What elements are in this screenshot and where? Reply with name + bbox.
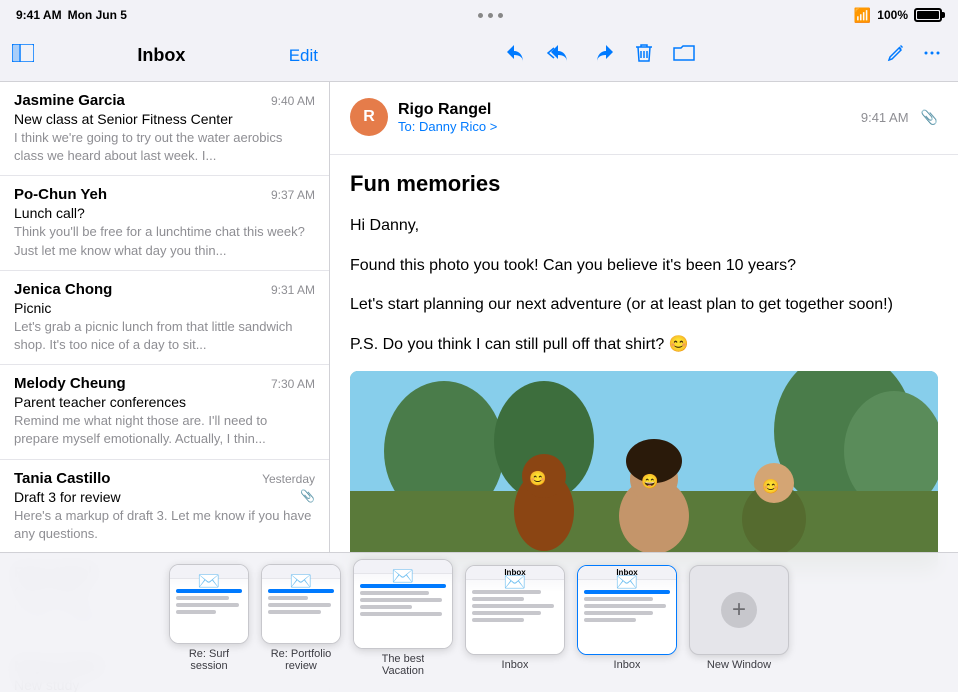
- folder-icon[interactable]: [673, 44, 695, 68]
- wifi-icon: 📶: [854, 7, 871, 24]
- new-window-plus: +: [721, 592, 757, 628]
- mail-item[interactable]: Jasmine Garcia 9:40 AM New class at Seni…: [0, 82, 329, 176]
- window-thumb-new[interactable]: + New Window: [689, 565, 789, 671]
- inbox-title: Inbox: [46, 45, 277, 66]
- status-day: Mon Jun 5: [68, 8, 127, 22]
- dot-1: [478, 13, 483, 18]
- mail-badge-icon: ✉️: [198, 571, 220, 591]
- status-bar: 9:41 AM Mon Jun 5 📶 100%: [0, 0, 958, 30]
- toolbar-right: [870, 43, 958, 69]
- email-body-text: Hi Danny, Found this photo you took! Can…: [350, 213, 938, 357]
- email-sender-name: Rigo Rangel: [398, 101, 497, 119]
- email-subject: Fun memories: [350, 171, 938, 197]
- status-time: 9:41 AM: [16, 8, 62, 22]
- window-thumb-inbox2[interactable]: Inbox ✉️ Inbox: [577, 565, 677, 671]
- trash-icon[interactable]: [635, 43, 653, 69]
- status-bar-left: 9:41 AM Mon Jun 5: [16, 8, 127, 22]
- battery-fill: [917, 11, 939, 19]
- compose-icon[interactable]: [886, 43, 906, 69]
- svg-text:😄: 😄: [641, 473, 658, 489]
- window-label-new: New Window: [707, 659, 771, 671]
- window-label-surf: Re: Surfsession: [189, 648, 229, 672]
- battery-icon: [914, 8, 942, 22]
- battery-percent: 100%: [877, 8, 908, 22]
- mail-item[interactable]: Melody Cheung 7:30 AM Parent teacher con…: [0, 365, 329, 459]
- reply-icon[interactable]: [505, 44, 527, 68]
- mail-badge-icon: ✉️: [504, 572, 526, 592]
- window-thumb-vacation[interactable]: ✉️ The bestVacation: [353, 559, 453, 677]
- avatar: R: [350, 98, 388, 136]
- email-to[interactable]: To: Danny Rico >: [398, 119, 497, 134]
- attachment-icon: 📎: [300, 489, 315, 505]
- mail-item[interactable]: Po-Chun Yeh 9:37 AM Lunch call? Think yo…: [0, 176, 329, 270]
- toolbar-center: [330, 43, 870, 69]
- mail-badge-icon: ✉️: [392, 566, 414, 586]
- mail-item[interactable]: Jenica Chong 9:31 AM Picnic Let's grab a…: [0, 271, 329, 365]
- window-thumb-portfolio[interactable]: ✉️ Re: Portfolioreview: [261, 564, 341, 672]
- sidebar-icon[interactable]: [12, 44, 34, 68]
- dot-3: [498, 13, 503, 18]
- svg-text:😊: 😊: [762, 478, 779, 494]
- window-label-inbox1: Inbox: [502, 659, 529, 671]
- mail-item[interactable]: Tania Castillo Yesterday Draft 3 for rev…: [0, 460, 329, 554]
- email-time: 9:41 AM: [861, 110, 909, 125]
- email-header: R Rigo Rangel To: Danny Rico > 9:41 AM 📎: [330, 82, 958, 155]
- multitask-bar: ✉️ Re: Surfsession ✉️ Re: Portfoliorev: [0, 552, 958, 692]
- mail-badge-icon: ✉️: [290, 571, 312, 591]
- svg-text:😊: 😊: [529, 470, 546, 486]
- window-label-inbox2: Inbox: [614, 659, 641, 671]
- status-bar-center: [478, 13, 503, 18]
- window-label-portfolio: Re: Portfolioreview: [271, 648, 332, 672]
- forward-icon[interactable]: [593, 44, 615, 68]
- top-toolbar: Inbox Edit: [0, 30, 958, 82]
- window-thumb-surf[interactable]: ✉️ Re: Surfsession: [169, 564, 249, 672]
- reply-all-icon[interactable]: [547, 44, 573, 68]
- toolbar-left: Inbox Edit: [0, 44, 330, 68]
- window-thumb-inbox1[interactable]: Inbox ✉️ Inbox: [465, 565, 565, 671]
- dot-2: [488, 13, 493, 18]
- window-label-vacation: The bestVacation: [382, 653, 425, 677]
- edit-button[interactable]: Edit: [289, 46, 318, 66]
- more-icon[interactable]: [922, 43, 942, 69]
- email-photo: 😊 😄 😊: [350, 371, 938, 571]
- email-attachment-icon: 📎: [921, 109, 938, 126]
- status-bar-right: 📶 100%: [854, 7, 942, 24]
- mail-badge-icon: ✉️: [616, 572, 638, 592]
